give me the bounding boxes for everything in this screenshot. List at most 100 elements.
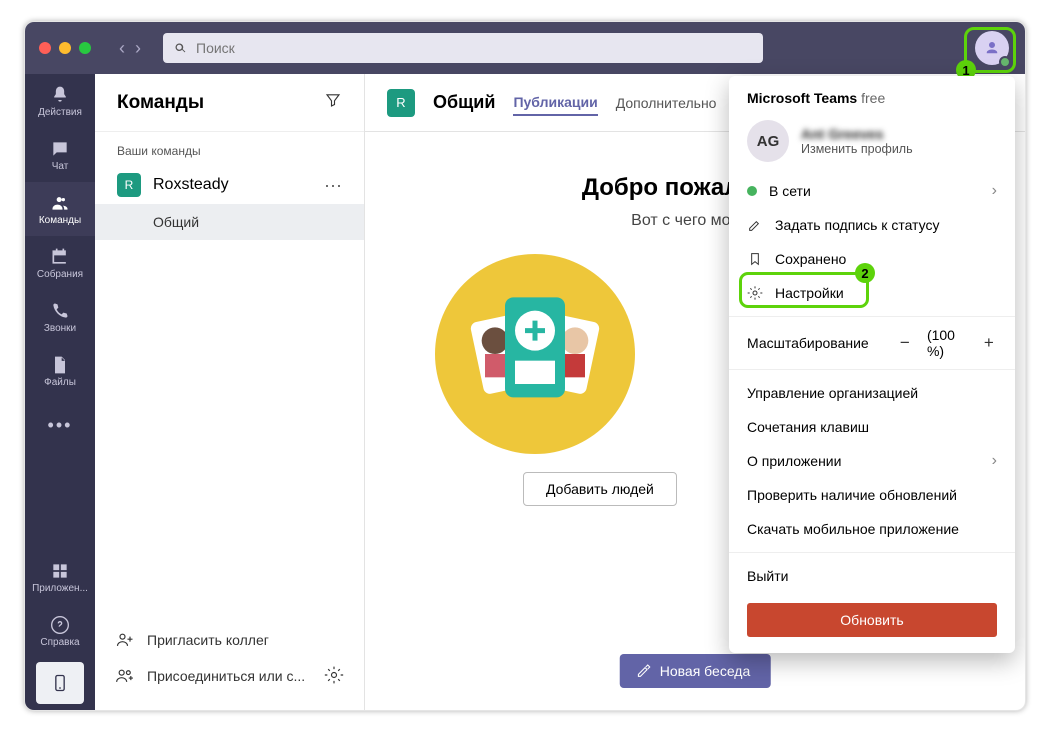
user-name: Ant Greeves [801, 126, 913, 142]
apps-icon [50, 561, 70, 581]
search-icon [173, 41, 188, 56]
chat-icon [50, 139, 70, 159]
nav-back-button[interactable]: ‹ [119, 38, 125, 59]
download-mobile-row[interactable]: Скачать мобильное приложение [729, 512, 1015, 546]
nav-arrows: ‹ › [119, 38, 141, 59]
annotation-number-2: 2 [855, 263, 875, 283]
rail-activity[interactable]: Действия [25, 74, 95, 128]
status-label: В сети [769, 183, 811, 199]
file-icon [50, 355, 70, 375]
brand-tier: free [861, 90, 885, 106]
tab-posts[interactable]: Публикации [513, 90, 597, 116]
manage-teams-gear[interactable] [324, 665, 344, 688]
shortcuts-label: Сочетания клавиш [747, 419, 869, 435]
search-bar[interactable] [163, 33, 763, 63]
download-mobile-label: Скачать мобильное приложение [747, 521, 959, 537]
user-avatar: AG [747, 120, 789, 162]
rail-calls[interactable]: Звонки [25, 290, 95, 344]
invite-colleagues-button[interactable]: Пригласить коллег [115, 622, 344, 658]
brand-label: Microsoft Teams [747, 90, 857, 106]
rail-more[interactable]: ••• [25, 398, 95, 452]
person-icon [983, 39, 1001, 57]
rail-meetings[interactable]: Собрания [25, 236, 95, 290]
team-row[interactable]: R Roxsteady ··· [95, 166, 364, 204]
team-avatar: R [117, 173, 141, 197]
join-create-team-button[interactable]: Присоединиться или с... [115, 658, 344, 694]
team-more-button[interactable]: ··· [324, 175, 342, 196]
settings-row[interactable]: Настройки 2 [729, 276, 1015, 310]
zoom-in-button[interactable]: + [981, 333, 997, 353]
bell-icon [50, 85, 70, 105]
ellipsis-icon: ••• [48, 415, 73, 436]
check-updates-row[interactable]: Проверить наличие обновлений [729, 478, 1015, 512]
sign-out-label: Выйти [747, 568, 788, 584]
status-dot-icon [747, 186, 757, 196]
rail-chat[interactable]: Чат [25, 128, 95, 182]
settings-label: Настройки [775, 285, 844, 301]
rail-apps[interactable]: Приложен... [25, 550, 95, 604]
separator [729, 316, 1015, 317]
new-conversation-button[interactable]: Новая беседа [620, 654, 771, 688]
about-label: О приложении [747, 453, 841, 469]
join-label: Присоединиться или с... [147, 668, 305, 684]
saved-label: Сохранено [775, 251, 846, 267]
manage-org-label: Управление организацией [747, 385, 918, 401]
nav-forward-button[interactable]: › [135, 38, 141, 59]
zoom-out-button[interactable]: − [897, 333, 913, 353]
channel-avatar: R [387, 89, 415, 117]
rail-label: Чат [52, 161, 69, 172]
rail-mobile-tile[interactable] [36, 662, 84, 704]
filter-button[interactable] [324, 91, 342, 114]
check-updates-label: Проверить наличие обновлений [747, 487, 957, 503]
teams-icon [50, 193, 70, 213]
team-name: Roxsteady [153, 176, 229, 194]
about-row[interactable]: О приложении › [729, 444, 1015, 478]
rail-label: Файлы [44, 377, 76, 388]
rail-label: Приложен... [32, 583, 88, 594]
rail-files[interactable]: Файлы [25, 344, 95, 398]
manage-org-row[interactable]: Управление организацией [729, 376, 1015, 410]
people-add-icon [115, 666, 135, 686]
rail-teams[interactable]: Команды [25, 182, 95, 236]
teams-list: Ваши команды R Roxsteady ··· Общий [95, 132, 364, 612]
teams-group-label: Ваши команды [95, 144, 364, 158]
person-add-icon [115, 630, 135, 650]
rail-help[interactable]: Справка [25, 604, 95, 658]
phone-icon [50, 301, 70, 321]
new-convo-label: Новая беседа [660, 663, 751, 679]
profile-user-block[interactable]: AG Ant Greeves Изменить профиль [729, 116, 1015, 174]
set-status-label: Задать подпись к статусу [775, 217, 939, 233]
invite-label: Пригласить коллег [147, 632, 269, 648]
rail-label: Собрания [37, 269, 83, 280]
separator [729, 369, 1015, 370]
status-row[interactable]: В сети › [729, 174, 1015, 208]
set-status-message-row[interactable]: Задать подпись к статусу [729, 208, 1015, 242]
minimize-window-button[interactable] [59, 42, 71, 54]
app-window: ‹ › 1 Действия Чат Команды [24, 21, 1026, 711]
sign-out-row[interactable]: Выйти [729, 559, 1015, 593]
rail-label: Справка [40, 637, 79, 648]
update-button[interactable]: Обновить [747, 603, 997, 637]
zoom-label: Масштабирование [747, 335, 869, 351]
channel-row[interactable]: Общий [95, 204, 364, 240]
teams-footer: Пригласить коллег Присоединиться или с..… [95, 612, 364, 710]
profile-menu: Microsoft Teams free AG Ant Greeves Изме… [729, 76, 1015, 653]
illustration-add-people [435, 254, 635, 454]
rail-label: Действия [38, 107, 82, 118]
search-input[interactable] [196, 40, 753, 56]
shortcuts-row[interactable]: Сочетания клавиш [729, 410, 1015, 444]
compose-icon [636, 663, 652, 679]
rail-label: Звонки [44, 323, 76, 334]
teams-panel: Команды Ваши команды R Roxsteady ··· Общ… [95, 74, 365, 710]
filter-icon [324, 91, 342, 109]
zoom-controls: Масштабирование − (100 %) + [729, 323, 1015, 363]
add-people-button[interactable]: Добавить людей [523, 472, 677, 506]
edit-profile-link[interactable]: Изменить профиль [801, 142, 913, 156]
app-rail: Действия Чат Команды Собрания Звонки Фай… [25, 74, 95, 710]
calendar-icon [50, 247, 70, 267]
teams-header: Команды [95, 74, 364, 132]
tab-more[interactable]: Дополнительно [616, 91, 717, 115]
close-window-button[interactable] [39, 42, 51, 54]
fullscreen-window-button[interactable] [79, 42, 91, 54]
gear-icon [324, 665, 344, 685]
